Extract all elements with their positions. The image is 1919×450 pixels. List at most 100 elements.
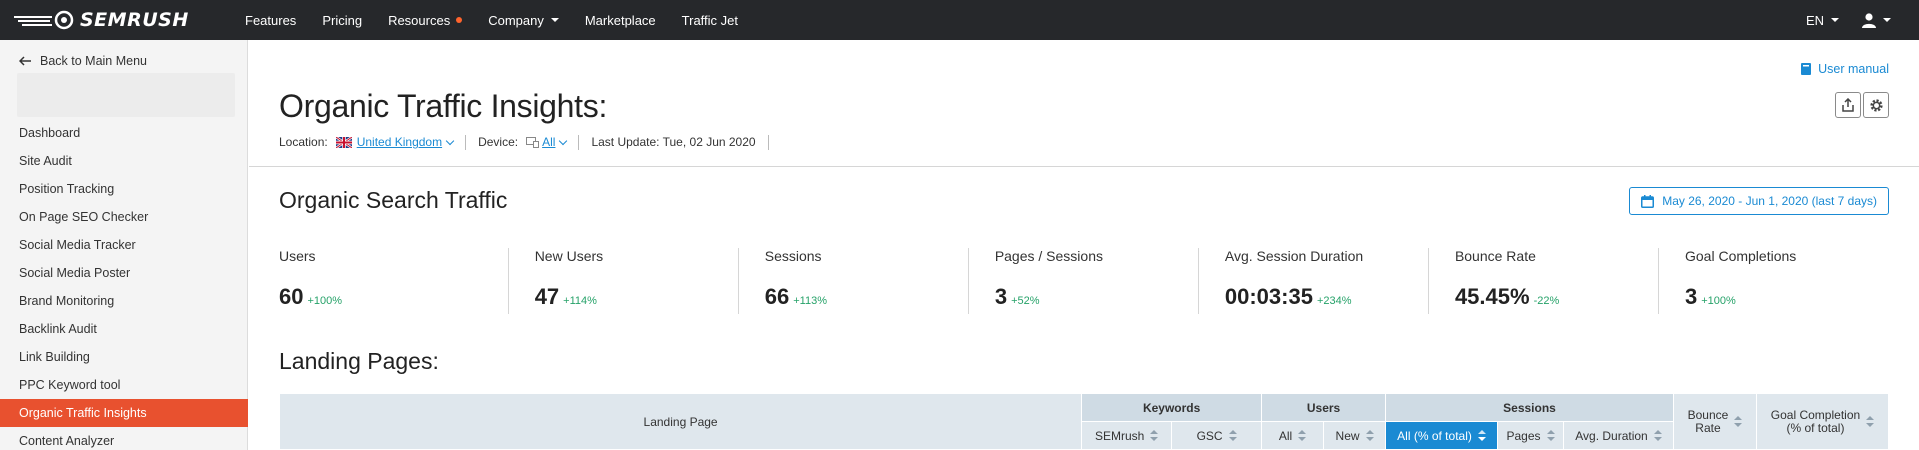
- kpi-pages-per-session: Pages / Sessions 3 +52%: [969, 248, 1199, 314]
- location-selector[interactable]: United Kingdom: [335, 135, 455, 149]
- sort-icon: [1546, 430, 1555, 442]
- caret-down-icon: [550, 18, 559, 22]
- kpi-value: 47: [534, 284, 560, 309]
- column-label: Landing Page: [643, 414, 718, 429]
- landing-pages-title: Landing Pages:: [279, 348, 439, 374]
- back-link-label: Back to Main Menu: [40, 54, 147, 68]
- divider: [578, 134, 580, 150]
- organic-search-traffic-title: Organic Search Traffic: [279, 187, 508, 213]
- column-users-new[interactable]: New: [1323, 421, 1387, 450]
- location-value: United Kingdom: [356, 135, 443, 149]
- kpi-new-users: New Users 47 +114%: [509, 248, 739, 314]
- calendar-icon: [1641, 194, 1655, 208]
- sidebar-item-dashboard[interactable]: Dashboard: [0, 119, 248, 147]
- nav-marketplace[interactable]: Marketplace: [585, 13, 656, 28]
- kpi-goal-completions: Goal Completions 3 +100%: [1659, 248, 1889, 314]
- column-avg-duration[interactable]: Avg. Duration: [1563, 421, 1674, 450]
- kpi-label: Users: [279, 248, 316, 264]
- column-goal-completion[interactable]: Goal Completion (% of total): [1755, 393, 1890, 450]
- kpi-value: 66: [764, 284, 790, 309]
- divider: [465, 134, 467, 150]
- column-label: GSC: [1196, 428, 1223, 443]
- semrush-logo-icon: [14, 10, 74, 30]
- nav-pricing[interactable]: Pricing: [322, 13, 362, 28]
- devices-icon: [526, 137, 540, 149]
- column-label: (% of total): [1786, 420, 1845, 435]
- sidebar-item-on-page-seo-checker[interactable]: On Page SEO Checker: [0, 203, 248, 231]
- group-users: Users: [1261, 393, 1387, 422]
- sidebar-item-content-analyzer[interactable]: Content Analyzer: [0, 427, 248, 450]
- sidebar-item-backlink-audit[interactable]: Backlink Audit: [0, 315, 248, 343]
- sidebar-item-link-building[interactable]: Link Building: [0, 343, 248, 371]
- language-label: EN: [1805, 12, 1824, 28]
- main-content: User manual Organic Traffic Insights: Lo…: [249, 40, 1919, 450]
- column-users-all[interactable]: All: [1261, 421, 1325, 450]
- date-range-picker[interactable]: May 26, 2020 - Jun 1, 2020 (last 7 days): [1629, 187, 1889, 215]
- nav-label: Resources: [388, 12, 451, 28]
- column-sessions-all[interactable]: All (% of total): [1385, 421, 1499, 450]
- kpi-value: 45.45%: [1454, 284, 1530, 309]
- user-menu[interactable]: [1862, 0, 1891, 40]
- nav-resources[interactable]: Resources: [388, 12, 463, 28]
- sidebar-item-site-audit[interactable]: Site Audit: [0, 147, 248, 175]
- settings-button[interactable]: [1863, 92, 1889, 118]
- device-value: All: [542, 135, 556, 149]
- export-button[interactable]: [1835, 92, 1861, 118]
- kpi-delta: +100%: [307, 295, 343, 307]
- sort-icon: [1866, 415, 1875, 428]
- sidebar-item-social-media-tracker[interactable]: Social Media Tracker: [0, 231, 248, 259]
- sidebar-search-placeholder[interactable]: [17, 73, 235, 117]
- column-landing-page[interactable]: Landing Page: [278, 393, 1083, 450]
- book-icon: [1801, 63, 1812, 75]
- user-manual-label: User manual: [1818, 62, 1889, 76]
- group-keywords: Keywords: [1081, 393, 1263, 422]
- nav-company[interactable]: Company: [488, 13, 559, 28]
- column-gsc[interactable]: GSC: [1171, 421, 1263, 450]
- sidebar-item-social-media-poster[interactable]: Social Media Poster: [0, 259, 248, 287]
- kpi-delta: -22%: [1533, 295, 1560, 307]
- column-semrush[interactable]: SEMrush: [1081, 421, 1173, 450]
- kpi-delta: +52%: [1011, 295, 1040, 307]
- kpi-label: Goal Completions: [1685, 248, 1797, 264]
- sidebar-item-brand-monitoring[interactable]: Brand Monitoring: [0, 287, 248, 315]
- kpi-value: 3: [1685, 284, 1698, 309]
- column-label: All (% of total): [1397, 428, 1472, 443]
- caret-down-icon: [1831, 18, 1839, 22]
- sort-icon: [1365, 430, 1374, 442]
- device-selector[interactable]: All: [526, 135, 568, 149]
- nav-traffic-jet[interactable]: Traffic Jet: [682, 13, 738, 28]
- sort-icon: [1298, 430, 1307, 442]
- column-label: Bounce: [1687, 407, 1729, 422]
- kpi-label: Avg. Session Duration: [1224, 248, 1364, 264]
- sort-icon: [1228, 430, 1237, 442]
- kpi-summary: Users 60 +100% New Users 47 +114% Sessions…: [279, 248, 1889, 314]
- sort-icon: [1734, 415, 1743, 428]
- device-label: Device:: [478, 135, 519, 149]
- language-selector[interactable]: EN: [1806, 0, 1839, 40]
- semrush-logo[interactable]: SEMRUSH: [12, 9, 189, 31]
- location-label: Location:: [279, 135, 328, 149]
- sidebar: Back to Main Menu Dashboard Site Audit P…: [0, 40, 248, 450]
- page-title: Organic Traffic Insights:: [279, 88, 608, 124]
- logo-wordmark: SEMRUSH: [80, 9, 189, 31]
- top-navigation-bar: SEMRUSH Features Pricing Resources Compa…: [0, 0, 1919, 40]
- sidebar-item-position-tracking[interactable]: Position Tracking: [0, 175, 248, 203]
- column-bounce-rate[interactable]: Bounce Rate: [1672, 393, 1757, 450]
- kpi-label: Bounce Rate: [1454, 248, 1536, 264]
- caret-down-icon: [1883, 18, 1891, 22]
- header-divider: [249, 166, 1919, 167]
- nav-features[interactable]: Features: [245, 13, 296, 28]
- column-sessions-pages[interactable]: Pages: [1497, 421, 1564, 450]
- column-label: All: [1278, 428, 1293, 443]
- user-manual-link[interactable]: User manual: [1800, 62, 1889, 76]
- last-update-text: Last Update: Tue, 02 Jun 2020: [591, 135, 756, 149]
- kpi-value: 3: [994, 284, 1008, 309]
- nav-label: Pricing: [322, 12, 363, 28]
- nav-label: Traffic Jet: [681, 12, 739, 28]
- back-to-main-menu-link[interactable]: Back to Main Menu: [19, 54, 147, 68]
- kpi-delta: +234%: [1316, 295, 1352, 307]
- kpi-users: Users 60 +100%: [279, 248, 509, 314]
- chevron-down-icon: [445, 136, 455, 146]
- sidebar-item-ppc-keyword-tool[interactable]: PPC Keyword tool: [0, 371, 248, 399]
- sidebar-item-organic-traffic-insights[interactable]: Organic Traffic Insights: [0, 399, 248, 427]
